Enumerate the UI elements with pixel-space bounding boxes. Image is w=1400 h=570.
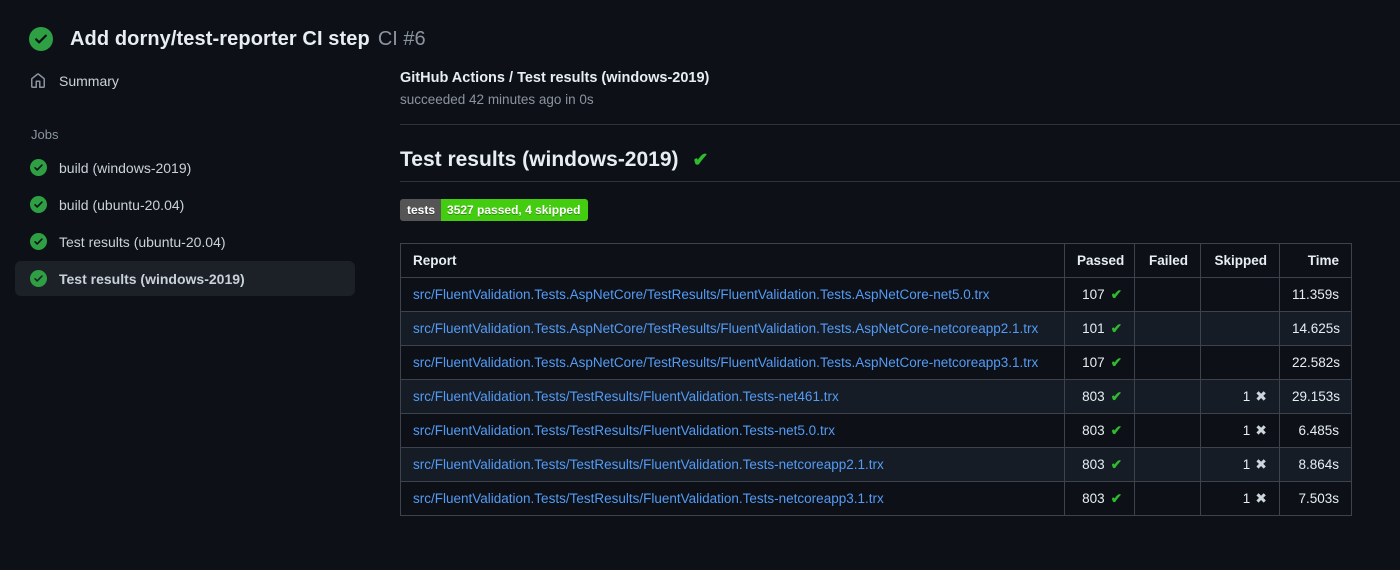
sidebar-item-summary[interactable]: Summary [15, 65, 355, 97]
main-panel: GitHub Actions / Test results (windows-2… [400, 51, 1400, 516]
skipped-cross-icon: ✖ [1255, 422, 1267, 438]
passed-check-icon: ✔ [1110, 490, 1122, 506]
passed-count: 803 [1082, 490, 1105, 506]
report-file-link[interactable]: src/FluentValidation.Tests.AspNetCore/Te… [413, 321, 1038, 336]
sidebar-job-item[interactable]: Test results (ubuntu-20.04) [15, 224, 355, 259]
home-icon [31, 73, 45, 88]
time-value: 14.625s [1292, 321, 1341, 336]
table-header-row: Report Passed Failed Skipped Time [400, 243, 1352, 278]
passed-check-icon: ✔ [1110, 286, 1122, 302]
page-content: Summary Jobs build (windows-2019) build … [0, 51, 1400, 516]
table-row: src/FluentValidation.Tests/TestResults/F… [400, 447, 1352, 482]
tests-badge: tests 3527 passed, 4 skipped [400, 199, 589, 221]
sidebar-job-item[interactable]: build (windows-2019) [15, 150, 355, 185]
report-file-link[interactable]: src/FluentValidation.Tests/TestResults/F… [413, 423, 835, 438]
passed-check-icon: ✔ [1110, 456, 1122, 472]
check-run-status-line: succeeded 42 minutes ago in 0s [400, 92, 594, 107]
skipped-count: 1 [1242, 491, 1251, 506]
run-title: Add dorny/test-reporter CI step [70, 27, 370, 50]
sidebar-summary-label: Summary [59, 73, 119, 89]
job-list: build (windows-2019) build (ubuntu-20.04… [0, 150, 400, 296]
report-table-body: src/FluentValidation.Tests.AspNetCore/Te… [400, 277, 1352, 516]
check-circle-icon [30, 196, 47, 213]
badge-value: 3527 passed, 4 skipped [441, 199, 589, 221]
skipped-cross-icon: ✖ [1255, 456, 1267, 472]
column-header-report: Report [400, 243, 1065, 278]
jobs-heading: Jobs [31, 127, 59, 142]
sidebar: Summary Jobs build (windows-2019) build … [0, 51, 400, 298]
report-file-link[interactable]: src/FluentValidation.Tests.AspNetCore/Te… [413, 355, 1038, 370]
passed-count: 803 [1082, 456, 1105, 472]
check-circle-icon [30, 270, 47, 287]
skipped-count: 1 [1242, 457, 1251, 472]
skipped-cross-icon: ✖ [1255, 388, 1267, 404]
badge-label: tests [400, 199, 442, 221]
report-file-link[interactable]: src/FluentValidation.Tests.AspNetCore/Te… [413, 287, 990, 302]
section-title: Test results (windows-2019) [400, 148, 679, 171]
report-file-link[interactable]: src/FluentValidation.Tests/TestResults/F… [413, 389, 839, 404]
skipped-cross-icon: ✖ [1255, 490, 1267, 506]
table-row: src/FluentValidation.Tests.AspNetCore/Te… [400, 311, 1352, 346]
time-value: 8.864s [1298, 457, 1339, 472]
job-label: Test results (ubuntu-20.04) [59, 233, 226, 250]
table-row: src/FluentValidation.Tests.AspNetCore/Te… [400, 345, 1352, 380]
passed-count: 803 [1082, 422, 1105, 438]
check-circle-icon [30, 233, 47, 250]
skipped-count: 1 [1242, 389, 1251, 404]
job-label: build (windows-2019) [59, 159, 192, 176]
table-row: src/FluentValidation.Tests/TestResults/F… [400, 413, 1352, 448]
passed-count: 101 [1082, 320, 1105, 336]
sidebar-job-item[interactable]: build (ubuntu-20.04) [15, 187, 355, 222]
column-header-passed: Passed [1064, 243, 1135, 278]
time-value: 6.485s [1298, 423, 1339, 438]
job-label: Test results (windows-2019) [59, 270, 245, 287]
job-label: build (ubuntu-20.04) [59, 196, 185, 213]
passed-check-icon: ✔ [1110, 422, 1122, 438]
check-circle-icon [29, 27, 53, 51]
column-header-failed: Failed [1134, 243, 1201, 278]
column-header-time: Time [1279, 243, 1352, 278]
report-file-link[interactable]: src/FluentValidation.Tests/TestResults/F… [413, 491, 884, 506]
skipped-count: 1 [1242, 423, 1251, 438]
divider [400, 124, 1400, 125]
table-row: src/FluentValidation.Tests/TestResults/F… [400, 379, 1352, 414]
table-row: src/FluentValidation.Tests/TestResults/F… [400, 481, 1352, 516]
time-value: 29.153s [1292, 389, 1341, 404]
passed-check-icon: ✔ [1110, 320, 1122, 336]
passed-check-icon: ✔ [1110, 354, 1122, 370]
passed-count: 107 [1082, 354, 1105, 370]
check-icon: ✔ [692, 149, 709, 171]
report-file-link[interactable]: src/FluentValidation.Tests/TestResults/F… [413, 457, 884, 472]
time-value: 22.582s [1292, 355, 1341, 370]
section-heading: Test results (windows-2019) ✔ [400, 148, 1400, 182]
workflow-run-header: Add dorny/test-reporter CI step CI #6 [0, 0, 1400, 51]
time-value: 7.503s [1298, 491, 1339, 506]
column-header-skipped: Skipped [1200, 243, 1280, 278]
check-circle-icon [30, 159, 47, 176]
passed-count: 803 [1082, 388, 1105, 404]
time-value: 11.359s [1292, 287, 1340, 302]
table-row: src/FluentValidation.Tests.AspNetCore/Te… [400, 277, 1352, 312]
passed-count: 107 [1082, 286, 1105, 302]
report-table: Report Passed Failed Skipped Time src/Fl… [400, 243, 1352, 516]
check-run-title: GitHub Actions / Test results (windows-2… [400, 70, 710, 86]
run-number: CI #6 [377, 27, 426, 50]
passed-check-icon: ✔ [1110, 388, 1122, 404]
sidebar-job-item[interactable]: Test results (windows-2019) [15, 261, 355, 296]
